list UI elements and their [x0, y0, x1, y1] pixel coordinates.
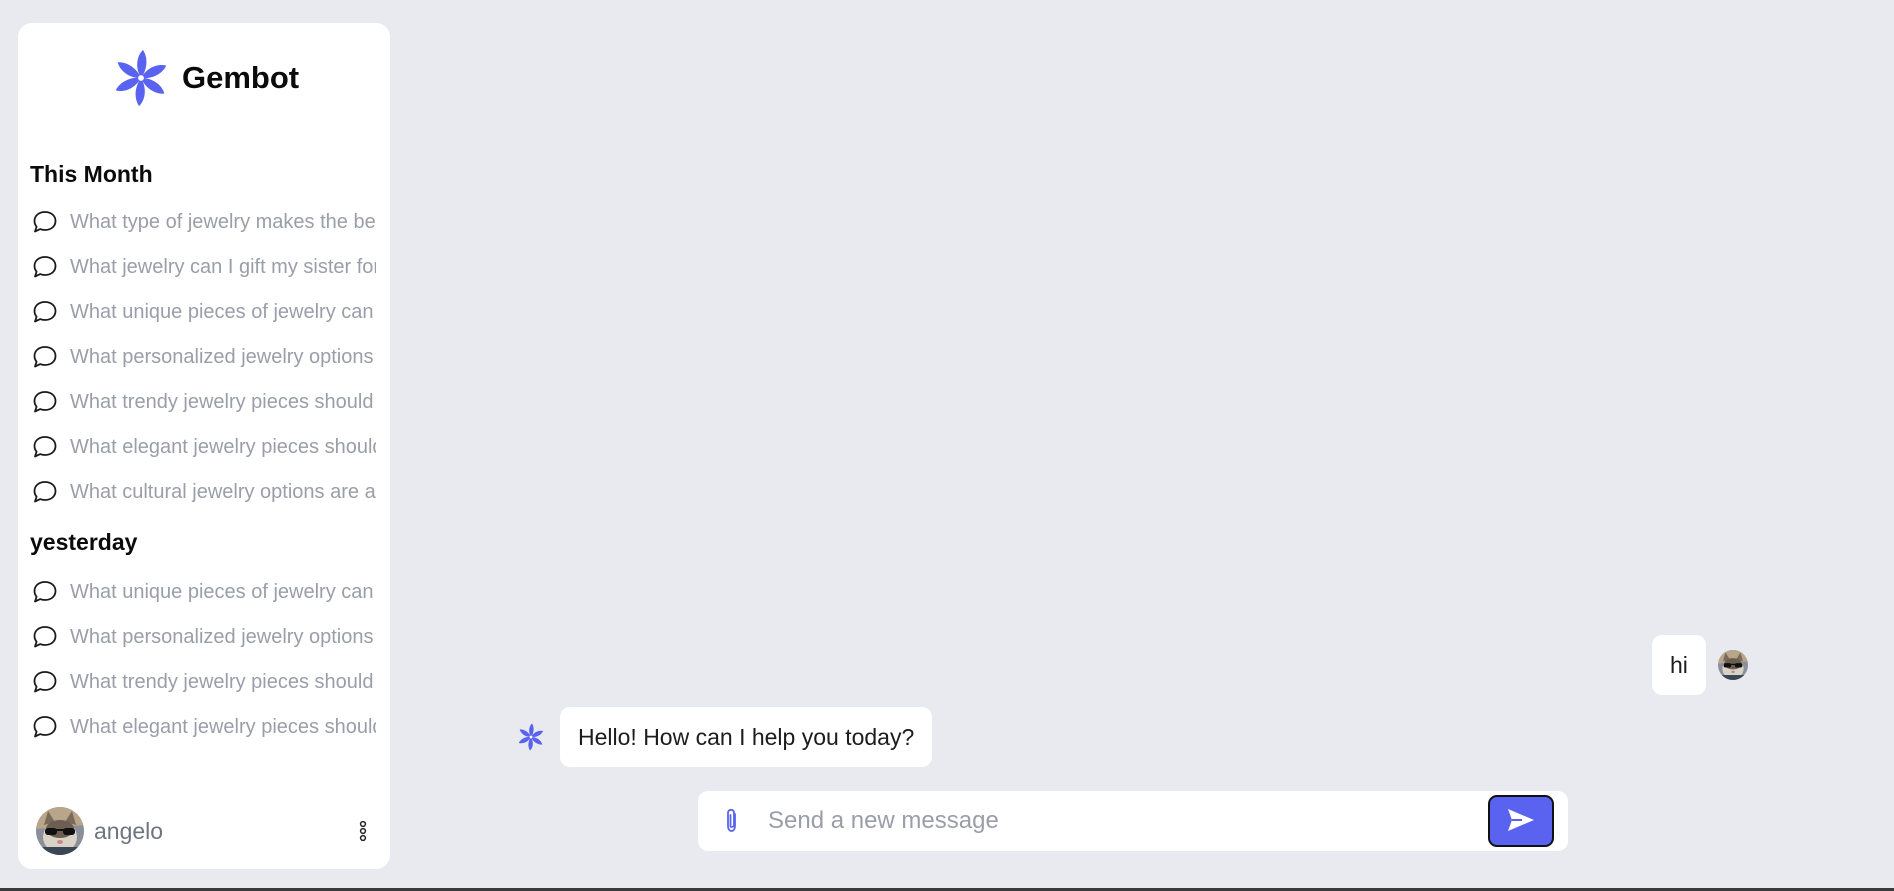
chat-bubble-icon [32, 669, 58, 695]
vertical-dots-icon[interactable] [356, 817, 370, 845]
chat-history-item[interactable]: What jewelry can I gift my sister for he… [32, 250, 390, 284]
assistant-message: Hello! How can I help you today? [516, 707, 933, 767]
chat-bubble-icon [32, 624, 58, 650]
chat-history-label: What trendy jewelry pieces should I cons… [70, 390, 376, 413]
chat-history-item[interactable]: What elegant jewelry pieces should I cho… [32, 430, 390, 464]
chat-bubble-icon [32, 714, 58, 740]
user-avatar [1717, 650, 1748, 680]
message-composer [698, 791, 1568, 851]
user-name: angelo [94, 817, 164, 844]
pinwheel-flower-icon [516, 722, 546, 752]
message-input[interactable] [766, 801, 1336, 841]
chat-history-item[interactable]: What personalized jewelry options are th… [32, 340, 390, 374]
pinwheel-flower-icon [110, 47, 172, 109]
chat-bubble-icon [32, 254, 58, 280]
chat-history-item[interactable]: What trendy jewelry pieces should I cons… [32, 665, 390, 699]
sidebar: Gembot This Month What type of jewelry m… [18, 23, 390, 869]
chat-history-item[interactable]: What unique pieces of jewelry can I give [32, 295, 390, 329]
chat-history-item[interactable]: What elegant jewelry pieces should I cho… [32, 710, 390, 744]
section-title-yesterday: yesterday [30, 529, 138, 555]
chat-history-item[interactable]: What unique pieces of jewelry can I give [32, 575, 390, 609]
paperclip-icon[interactable] [720, 807, 744, 835]
chat-bubble-icon [32, 579, 58, 605]
user-message-bubble: hi [1652, 635, 1706, 695]
assistant-message-bubble: Hello! How can I help you today? [560, 707, 933, 767]
chat-bubble-icon [32, 479, 58, 505]
brand-name: Gembot [182, 60, 300, 95]
chat-bubble-icon [32, 434, 58, 460]
chat-history-item[interactable]: What cultural jewelry options are availa… [32, 475, 390, 509]
user-message: hi [1652, 635, 1748, 695]
chat-history-item[interactable]: What personalized jewelry options are th… [32, 620, 390, 654]
chat-area: hi Hello! How can I help you today? [390, 0, 1894, 891]
chat-history-item[interactable]: What trendy jewelry pieces should I cons… [32, 385, 390, 419]
chat-history-label: What unique pieces of jewelry can I give [70, 300, 376, 323]
chat-bubble-icon [32, 209, 58, 235]
chat-history-item[interactable]: What type of jewelry makes the best gift [32, 205, 390, 239]
chat-history-label: What personalized jewelry options are th… [70, 345, 376, 368]
chat-bubble-icon [32, 299, 58, 325]
chat-history-label: What type of jewelry makes the best gift [70, 210, 376, 233]
section-title-this-month: This Month [30, 161, 153, 187]
chat-history-label: What jewelry can I gift my sister for he… [70, 255, 376, 278]
chat-history-label: What unique pieces of jewelry can I give [70, 580, 376, 603]
brand[interactable]: Gembot [110, 45, 299, 111]
send-button[interactable] [1488, 795, 1554, 847]
chat-history-label: What elegant jewelry pieces should I cho… [70, 715, 376, 738]
chat-bubble-icon [32, 344, 58, 370]
chat-history-label: What personalized jewelry options are th… [70, 625, 376, 648]
send-arrow-icon [1506, 807, 1536, 836]
user-profile[interactable]: angelo [36, 807, 376, 855]
chat-history-label: What trendy jewelry pieces should I cons… [70, 670, 376, 693]
chat-history-label: What elegant jewelry pieces should I cho… [70, 435, 376, 458]
avatar[interactable] [36, 807, 84, 855]
chat-bubble-icon [32, 389, 58, 415]
chat-history-label: What cultural jewelry options are availa… [70, 480, 376, 503]
